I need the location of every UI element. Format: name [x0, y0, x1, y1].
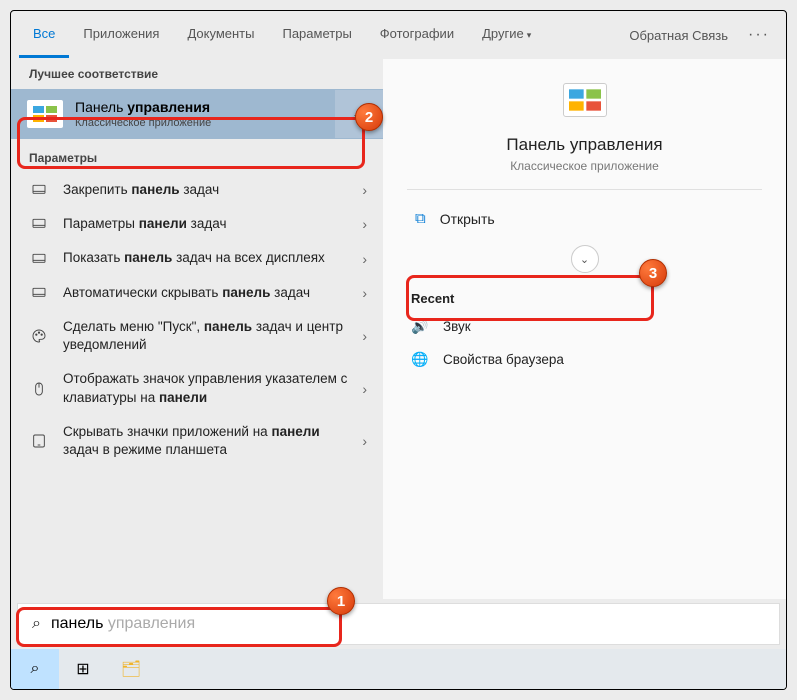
sound-icon: 🔊: [411, 318, 433, 335]
setting-item-auto-hide[interactable]: Автоматически скрывать панель задач ›: [11, 276, 383, 310]
palette-icon: [27, 328, 51, 344]
setting-item-show-all-displays[interactable]: Показать панель задач на всех дисплеях ›: [11, 241, 383, 275]
tab-all[interactable]: Все: [19, 12, 69, 58]
tab-documents[interactable]: Документы: [173, 12, 268, 58]
monitor-icon: [27, 216, 51, 232]
expand-toggle[interactable]: ⌄: [571, 245, 599, 273]
recent-label: Свойства браузера: [443, 352, 564, 367]
taskbar-explorer-button[interactable]: 🗂: [107, 649, 155, 689]
chevron-down-icon: ▾: [527, 30, 532, 40]
open-icon: ⧉: [415, 210, 426, 227]
mouse-icon: [27, 381, 51, 397]
best-match-title: Панель управления: [75, 99, 211, 115]
params-header: Параметры: [11, 143, 383, 173]
chevron-right-icon: ›: [354, 381, 367, 397]
setting-item-label: Параметры панели задач: [63, 215, 354, 233]
setting-item-label: Отображать значок управления указателем …: [63, 370, 354, 406]
monitor-icon: [27, 251, 51, 267]
setting-item-pin-taskbar[interactable]: Закрепить панель задач ›: [11, 173, 383, 207]
setting-item-hide-tablet[interactable]: Скрывать значки приложений на панели зад…: [11, 415, 383, 467]
control-panel-large-icon: [563, 83, 607, 117]
recent-item-sound[interactable]: 🔊 Звук: [407, 310, 762, 343]
chevron-right-icon: ›: [354, 216, 367, 232]
taskbar-taskview-button[interactable]: ⊞: [59, 649, 107, 689]
search-typed-text: панель: [51, 615, 103, 632]
setting-item-label: Сделать меню "Пуск", панель задач и цент…: [63, 318, 354, 354]
recent-item-browser[interactable]: 🌐 Свойства браузера: [407, 343, 762, 376]
open-action[interactable]: ⧉ Открыть: [407, 198, 762, 239]
annotation-badge-3: 3: [639, 259, 667, 287]
chevron-right-icon: ›: [354, 285, 367, 301]
results-left: Лучшее соответствие Панель управления Кл…: [11, 59, 383, 599]
taskbar: ⌕ ⊞ 🗂: [11, 649, 786, 689]
tabs-row: Все Приложения Документы Параметры Фотог…: [11, 11, 786, 59]
chevron-right-icon: ›: [354, 251, 367, 267]
feedback-link[interactable]: Обратная Связь: [617, 28, 740, 43]
monitor-icon: [27, 285, 51, 301]
content-area: Лучшее соответствие Панель управления Кл…: [11, 59, 786, 599]
search-row: ⌕ панель управления: [11, 599, 786, 649]
setting-item-label: Скрывать значки приложений на панели зад…: [63, 423, 354, 459]
search-panel: 2 3 1 Все Приложения Документы Параметры…: [10, 10, 787, 690]
tab-other[interactable]: Другие▾: [468, 12, 545, 58]
setting-item-taskbar-params[interactable]: Параметры панели задач ›: [11, 207, 383, 241]
taskbar-search-button[interactable]: ⌕: [11, 649, 59, 689]
setting-item-label: Закрепить панель задач: [63, 181, 354, 199]
taskview-icon: ⊞: [76, 659, 89, 679]
chevron-right-icon: ›: [354, 433, 367, 449]
annotation-badge-1: 1: [327, 587, 355, 615]
search-suggestion-text: управления: [103, 615, 195, 632]
preview-subtitle: Классическое приложение: [407, 159, 762, 173]
tab-settings[interactable]: Параметры: [268, 12, 365, 58]
recent-header: Recent: [411, 291, 762, 306]
annotation-badge-2: 2: [355, 103, 383, 131]
preview-title: Панель управления: [407, 135, 762, 155]
best-match-header: Лучшее соответствие: [11, 59, 383, 89]
tab-photos[interactable]: Фотографии: [366, 12, 468, 58]
search-icon: ⌕: [31, 660, 40, 678]
best-match-item[interactable]: Панель управления Классическое приложени…: [11, 89, 383, 139]
folder-icon: 🗂: [121, 659, 141, 679]
search-input[interactable]: ⌕ панель управления: [17, 603, 780, 645]
best-match-subtitle: Классическое приложение: [75, 117, 211, 129]
monitor-icon: [27, 182, 51, 198]
tablet-icon: [27, 433, 51, 449]
setting-item-pointer-control[interactable]: Отображать значок управления указателем …: [11, 362, 383, 414]
more-icon[interactable]: ···: [740, 26, 778, 44]
browser-props-icon: 🌐: [411, 351, 433, 368]
preview-right: Панель управления Классическое приложени…: [383, 59, 786, 599]
tab-apps[interactable]: Приложения: [69, 12, 173, 58]
open-label: Открыть: [440, 211, 495, 227]
setting-item-label: Показать панель задач на всех дисплеях: [63, 249, 354, 267]
control-panel-icon: [27, 100, 63, 128]
recent-label: Звук: [443, 319, 471, 334]
setting-item-start-menu[interactable]: Сделать меню "Пуск", панель задач и цент…: [11, 310, 383, 362]
divider: [407, 189, 762, 190]
setting-item-label: Автоматически скрывать панель задач: [63, 284, 354, 302]
chevron-right-icon: ›: [354, 182, 367, 198]
chevron-right-icon: ›: [354, 328, 367, 344]
search-icon: ⌕: [32, 615, 41, 633]
